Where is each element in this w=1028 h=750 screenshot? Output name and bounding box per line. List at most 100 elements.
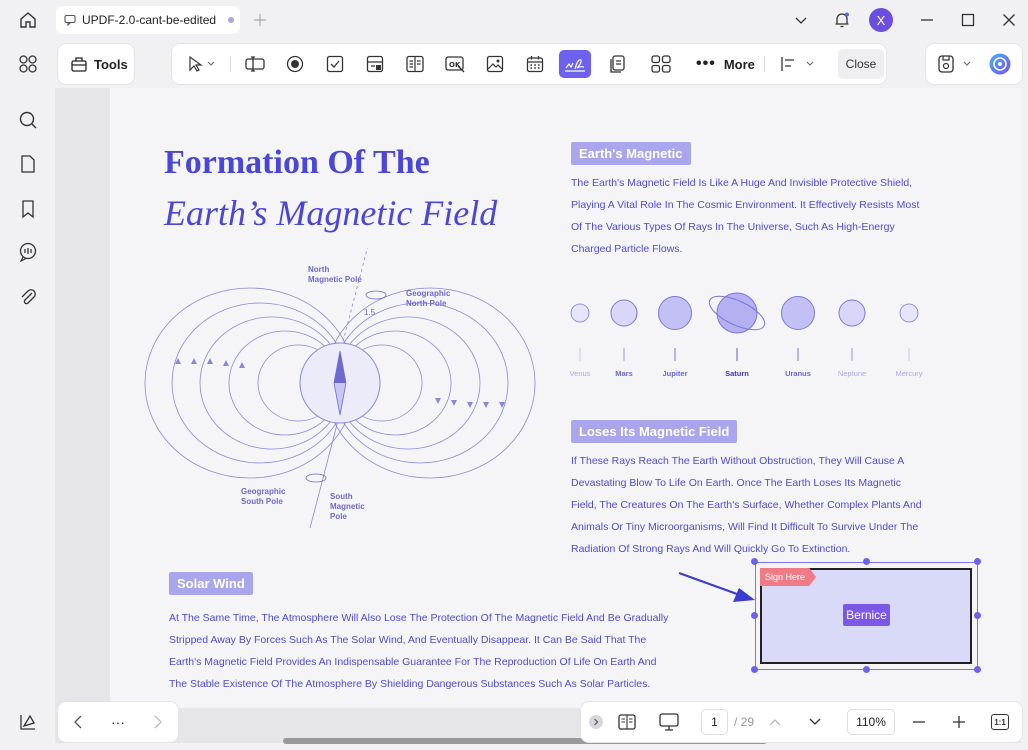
- checkbox-icon: [326, 55, 344, 73]
- radio-button-tool[interactable]: [279, 50, 311, 78]
- minimize-icon[interactable]: [914, 8, 940, 32]
- resize-handle[interactable]: [863, 558, 870, 565]
- bell-icon[interactable]: [829, 8, 855, 32]
- section-heading: Solar Wind: [169, 572, 253, 595]
- align-tool-button[interactable]: [775, 50, 819, 78]
- resize-handle[interactable]: [751, 558, 758, 565]
- zoom-in-icon[interactable]: [947, 708, 971, 736]
- zoom-out-icon[interactable]: [907, 708, 931, 736]
- section-paragraph: The Earth's Magnetic Field Is Like A Hug…: [571, 177, 920, 255]
- pages-icon[interactable]: [16, 152, 40, 176]
- section-paragraph: At The Same Time, The Atmosphere Will Al…: [169, 612, 669, 690]
- avatar[interactable]: X: [869, 8, 893, 32]
- pdf-page: Formation Of The Earth’s Magnetic Field: [110, 88, 1021, 708]
- dropdown-tool[interactable]: [359, 50, 391, 78]
- tools-label: Tools: [94, 56, 128, 72]
- comments-icon[interactable]: [16, 240, 40, 264]
- copy-pages-icon: [610, 55, 625, 73]
- chevron-down-icon[interactable]: [788, 8, 814, 32]
- arrow-annotation: [678, 571, 755, 602]
- resize-handle[interactable]: [974, 558, 981, 565]
- form-toolbar: OK ••• More Close: [172, 44, 886, 84]
- button-tool[interactable]: OK: [439, 50, 471, 78]
- planet-label-saturn: Saturn: [725, 369, 749, 378]
- tools-button[interactable]: Tools: [58, 44, 134, 84]
- select-tool-button[interactable]: [178, 50, 224, 78]
- planet-label-neptune: Neptune: [837, 369, 867, 378]
- close-toolbar-button[interactable]: Close: [838, 49, 884, 79]
- label-south-magnetic-pole: South Magnetic Pole: [330, 492, 365, 521]
- next-page-icon[interactable]: [803, 708, 827, 736]
- resize-handle[interactable]: [974, 612, 981, 619]
- back-icon[interactable]: [64, 708, 92, 736]
- resize-handle[interactable]: [751, 612, 758, 619]
- close-window-icon[interactable]: [996, 8, 1022, 32]
- align-left-icon: [781, 57, 814, 71]
- toolbar-separator: [230, 56, 231, 72]
- document-title-line1: Formation Of The: [164, 144, 430, 181]
- sign-here-tag: Sign Here: [760, 568, 816, 586]
- resize-handle[interactable]: [751, 666, 758, 673]
- page-number-input[interactable]: 1: [701, 709, 728, 735]
- ellipsis-icon[interactable]: ···: [104, 708, 132, 736]
- page-controls: 1 / 29 110% 1:1: [581, 702, 1022, 742]
- signature-field-tool[interactable]: [559, 50, 591, 78]
- label-north-magnetic-pole: North Magnetic Pole: [308, 265, 362, 284]
- list-box-tool[interactable]: [399, 50, 431, 78]
- image-field-tool[interactable]: [479, 50, 511, 78]
- image-icon: [486, 55, 504, 73]
- dropdown-field-icon: [366, 55, 384, 73]
- label-geographic-north-pole: Geographic North Pole: [406, 289, 451, 308]
- bookmark-icon[interactable]: [16, 197, 40, 221]
- collapse-icon[interactable]: [585, 708, 607, 736]
- history-nav: ···: [58, 702, 178, 742]
- more-label: More: [723, 56, 755, 72]
- ai-assistant-icon[interactable]: [984, 50, 1016, 78]
- zoom-level-input[interactable]: 110%: [847, 709, 895, 735]
- planet-label-mars: Mars: [615, 369, 633, 378]
- actual-size-button[interactable]: 1:1: [987, 708, 1013, 736]
- toolbox-icon: [71, 57, 87, 72]
- checkbox-tool[interactable]: [319, 50, 351, 78]
- section-heading: Earth's Magnetic: [571, 142, 691, 165]
- title-bar: UPDF-2.0-cant-be-edited X: [0, 0, 1028, 40]
- toolbar-separator: [764, 56, 765, 72]
- resize-handle[interactable]: [863, 666, 870, 673]
- attachment-icon[interactable]: [16, 285, 40, 309]
- save-menu-button[interactable]: [932, 50, 978, 78]
- document-tab[interactable]: UPDF-2.0-cant-be-edited: [56, 6, 240, 34]
- previous-page-icon[interactable]: [763, 708, 787, 736]
- search-icon[interactable]: [16, 108, 40, 132]
- thumbnails-icon[interactable]: [16, 52, 40, 76]
- planet-label-venus: Venus: [569, 369, 591, 378]
- right-tool-group: [926, 44, 1022, 84]
- actual-size-label: 1:1: [991, 714, 1009, 730]
- comment-icon: [64, 14, 76, 26]
- calendar-icon: [526, 56, 544, 73]
- home-icon[interactable]: [14, 8, 42, 32]
- ok-button-icon: OK: [445, 56, 465, 73]
- forward-icon[interactable]: [144, 708, 172, 736]
- label-geographic-south-pole: Geographic South Pole: [241, 487, 286, 506]
- more-button[interactable]: ••• More: [696, 50, 755, 78]
- plus-icon: [254, 14, 266, 26]
- save-icon: [938, 55, 971, 73]
- layers-icon[interactable]: [16, 710, 40, 734]
- page-layout-icon[interactable]: [613, 708, 641, 736]
- form-grid-tool[interactable]: [645, 50, 677, 78]
- new-tab-button[interactable]: [250, 10, 270, 30]
- presentation-icon[interactable]: [653, 708, 685, 736]
- text-field-button[interactable]: [239, 50, 271, 78]
- resize-handle[interactable]: [974, 666, 981, 673]
- date-field-tool[interactable]: [519, 50, 551, 78]
- ellipsis-icon: •••: [696, 55, 716, 72]
- duplicate-tool[interactable]: [601, 50, 633, 78]
- maximize-icon[interactable]: [955, 8, 981, 32]
- document-viewer[interactable]: Formation Of The Earth’s Magnetic Field: [55, 88, 1021, 743]
- planet-label-uranus: Uranus: [785, 369, 811, 378]
- section-heading: Loses Its Magnetic Field: [571, 420, 738, 443]
- signature-icon: [565, 59, 585, 72]
- signer-name-badge: Bernice: [843, 604, 890, 626]
- tab-title: UPDF-2.0-cant-be-edited: [82, 13, 217, 27]
- magnetic-field-diagram: [144, 248, 536, 529]
